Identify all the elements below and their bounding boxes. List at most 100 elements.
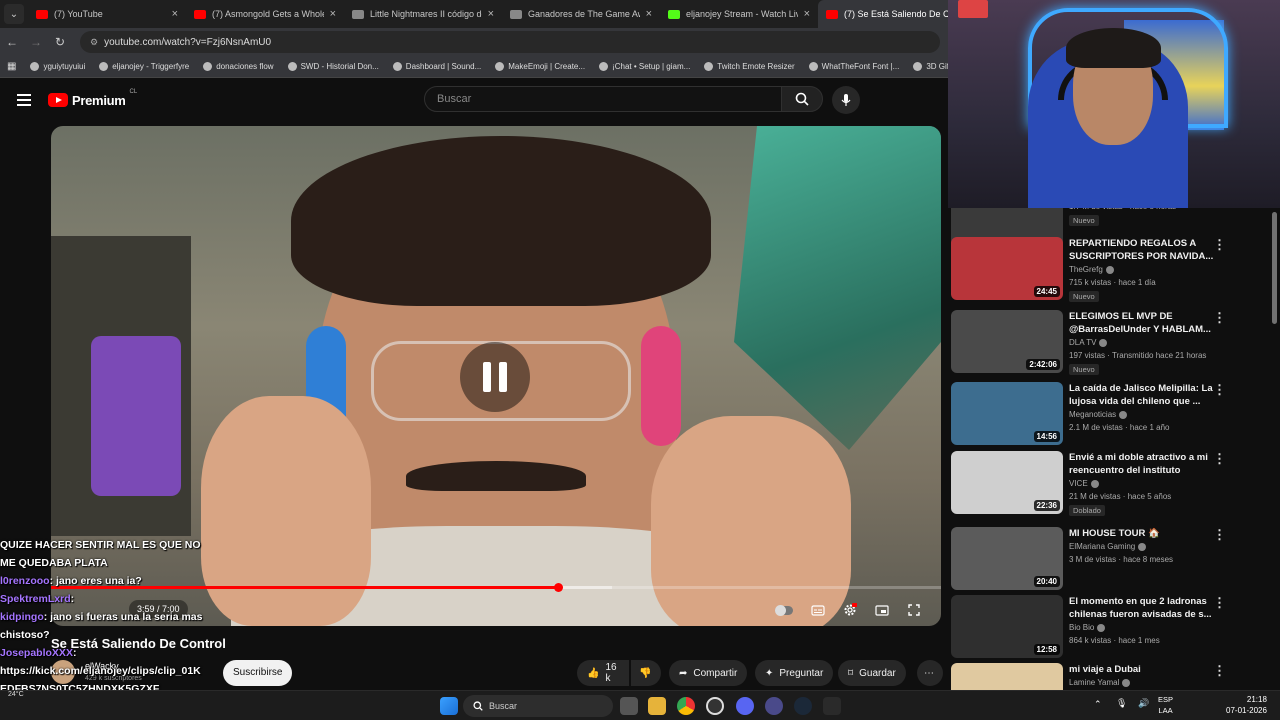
app-icon[interactable] xyxy=(765,697,783,715)
forward-icon[interactable]: → xyxy=(24,35,48,49)
video-title[interactable]: MI HOUSE TOUR 🏠 xyxy=(1069,527,1219,540)
weather-widget[interactable]: 24°C xyxy=(8,691,24,698)
bookmark-item[interactable]: eljanojey - Triggerfyre xyxy=(92,62,196,71)
taskbar-search[interactable]: Buscar xyxy=(463,695,613,717)
like-button[interactable]: 👍 16 k xyxy=(577,660,629,686)
video-thumbnail[interactable]: 12:58 xyxy=(951,595,1063,658)
more-vertical-icon[interactable]: ⋮ xyxy=(1213,451,1226,467)
fullscreen-icon[interactable] xyxy=(903,600,925,620)
close-tab-icon[interactable]: × xyxy=(172,8,178,20)
discord-icon[interactable] xyxy=(736,697,754,715)
language-code: ESP xyxy=(1158,695,1174,704)
browser-tab[interactable]: Ganadores de The Game Award × xyxy=(502,0,660,28)
search-input[interactable]: Buscar xyxy=(424,86,782,112)
share-button[interactable]: ➦ Compartir xyxy=(669,660,748,686)
more-vertical-icon[interactable]: ⋮ xyxy=(1213,527,1226,543)
video-title[interactable]: El momento en que 2 ladronas chilenas fu… xyxy=(1069,595,1219,621)
video-headphone-right xyxy=(641,326,681,446)
more-actions-button[interactable]: ⋯ xyxy=(917,660,943,686)
video-thumbnail[interactable]: 20:40 xyxy=(951,527,1063,590)
video-thumbnail[interactable]: 24:45 xyxy=(951,237,1063,300)
browser-tab[interactable]: Little Nightmares II código de × xyxy=(344,0,502,28)
more-vertical-icon[interactable]: ⋮ xyxy=(1213,237,1226,253)
more-vertical-icon[interactable]: ⋮ xyxy=(1213,595,1226,611)
file-explorer-icon[interactable] xyxy=(648,697,666,715)
chat-message: ME QUEDABA PLATA xyxy=(0,554,260,572)
video-channel-name: ElMariana Gaming xyxy=(1069,542,1136,551)
subtitles-icon[interactable] xyxy=(807,600,829,620)
video-title[interactable]: REPARTIENDO REGALOS A SUSCRIPTORES POR N… xyxy=(1069,237,1219,263)
video-channel[interactable]: TheGrefg xyxy=(1069,265,1114,274)
bookmark-item[interactable]: ¡Chat • Setup | giam... xyxy=(592,62,697,71)
video-title[interactable]: mi viaje a Dubai xyxy=(1069,663,1219,676)
miniplayer-icon[interactable] xyxy=(871,600,893,620)
video-channel[interactable]: Meganoticias xyxy=(1069,410,1128,419)
autoplay-toggle-icon[interactable] xyxy=(773,600,795,620)
close-tab-icon[interactable]: × xyxy=(488,8,494,20)
video-title[interactable]: Envié a mi doble atractivo a mi reencuen… xyxy=(1069,451,1219,477)
epic-games-icon[interactable] xyxy=(823,697,841,715)
video-channel[interactable]: DLA TV xyxy=(1069,338,1108,347)
bookmark-item[interactable]: MakeEmoji | Create... xyxy=(488,62,592,71)
browser-tab[interactable]: (7) Se Está Saliendo De Con× xyxy=(818,0,948,28)
microphone-icon[interactable]: 🎙 xyxy=(1116,698,1127,709)
bookmark-item[interactable]: donaciones flow xyxy=(196,62,280,71)
ask-button[interactable]: ✦ Preguntar xyxy=(755,660,834,686)
search-button[interactable] xyxy=(781,86,823,112)
tray-chevron-icon[interactable]: ⌃ xyxy=(1094,699,1102,710)
obs-icon[interactable] xyxy=(706,697,724,715)
settings-gear-icon[interactable] xyxy=(839,600,861,620)
video-channel[interactable]: Lamine Yamal xyxy=(1069,678,1131,687)
bookmark-item[interactable]: yguiytuyuiui xyxy=(23,62,92,71)
voice-search-button[interactable] xyxy=(832,86,860,114)
dislike-button[interactable]: 👎 xyxy=(631,660,661,686)
more-vertical-icon[interactable]: ⋮ xyxy=(1213,663,1226,679)
verified-icon xyxy=(1105,265,1114,274)
speaker-icon[interactable]: 🔊 xyxy=(1138,698,1149,709)
save-button[interactable]: ⌑ Guardar xyxy=(838,660,906,686)
reload-icon[interactable]: ↻ xyxy=(48,35,72,49)
bookmark-item[interactable]: WhatTheFont Font |... xyxy=(802,62,907,71)
bookmark-item[interactable]: SWD - Historial Don... xyxy=(281,62,386,71)
chrome-icon[interactable] xyxy=(677,697,695,715)
bookmark-item[interactable]: 3D Gif M xyxy=(906,62,948,71)
video-title[interactable]: La caída de Jalisco Melipilla: La lujosa… xyxy=(1069,382,1219,408)
close-tab-icon[interactable]: × xyxy=(804,8,810,20)
youtube-premium-logo[interactable]: Premium CL xyxy=(48,89,137,108)
apps-icon[interactable]: ▦ xyxy=(0,61,23,72)
verified-icon xyxy=(1119,410,1128,419)
clock[interactable]: 21:18 07-01-2026 xyxy=(1226,694,1267,716)
tab-search-button[interactable]: ⌄ xyxy=(4,4,24,24)
more-vertical-icon[interactable]: ⋮ xyxy=(1213,310,1226,326)
chat-text: https://kick.com/eljanojey/clips/clip_01… xyxy=(0,665,201,677)
close-tab-icon[interactable]: × xyxy=(646,8,652,20)
site-info-icon[interactable]: ⚙ xyxy=(90,37,98,48)
windows-start-icon[interactable] xyxy=(440,697,458,715)
language-indicator[interactable]: ESP LAA xyxy=(1158,694,1173,716)
sidebar-scrollbar[interactable] xyxy=(1272,212,1277,324)
video-title[interactable]: ELEGIMOS EL MVP DE @BarrasDelUnder Y HAB… xyxy=(1069,310,1219,336)
back-icon[interactable]: ← xyxy=(0,35,24,49)
menu-icon[interactable] xyxy=(17,94,31,106)
more-vertical-icon[interactable]: ⋮ xyxy=(1213,382,1226,398)
video-thumbnail[interactable]: 22:36 xyxy=(951,451,1063,514)
bookmarks-bar: ▦ yguiytuyuiui eljanojey - Triggerfyre don… xyxy=(0,56,948,78)
pause-icon[interactable] xyxy=(460,342,530,412)
bookmark-item[interactable]: Twitch Emote Resizer xyxy=(697,62,801,71)
close-tab-icon[interactable]: × xyxy=(330,8,336,20)
address-bar[interactable]: ⚙ youtube.com/watch?v=Fzj6NsnAmU0 xyxy=(80,31,940,53)
browser-tab[interactable]: (7) YouTube × xyxy=(28,0,186,28)
video-thumbnail[interactable]: 2:42:06 xyxy=(951,310,1063,373)
video-thumbnail[interactable]: 14:56 xyxy=(951,382,1063,445)
browser-tab[interactable]: eljanojey Stream - Watch Live o × xyxy=(660,0,818,28)
video-channel[interactable]: ElMariana Gaming xyxy=(1069,542,1147,551)
tab-title: (7) YouTube xyxy=(54,9,103,19)
task-view-icon[interactable] xyxy=(620,697,638,715)
browser-tab[interactable]: (7) Asmongold Gets a Wholeso × xyxy=(186,0,344,28)
video-channel[interactable]: VICE xyxy=(1069,479,1099,488)
video-channel[interactable]: Bio Bio xyxy=(1069,623,1106,632)
bookmark-item[interactable]: Dashboard | Sound... xyxy=(386,62,488,71)
sparkle-icon: ✦ xyxy=(765,667,774,679)
steam-icon[interactable] xyxy=(794,697,812,715)
bookmark-label: 3D Gif M xyxy=(926,62,948,71)
